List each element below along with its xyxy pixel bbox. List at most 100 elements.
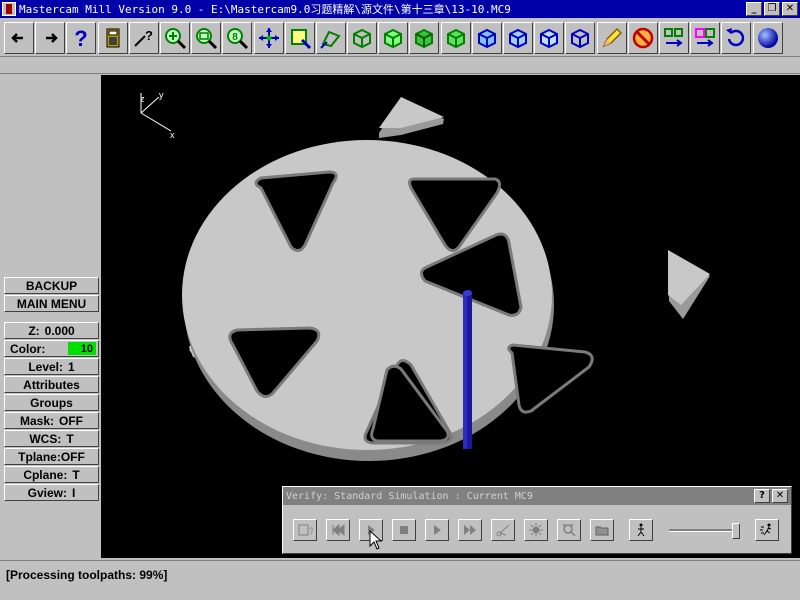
main-menu-label: MAIN MENU <box>16 296 87 311</box>
zoom-out-button[interactable] <box>191 21 222 54</box>
color-button[interactable] <box>690 21 721 54</box>
level-button[interactable]: Level: 1 <box>4 358 99 375</box>
fast-forward-icon <box>464 525 476 535</box>
mask-button[interactable]: Mask: OFF <box>4 412 99 429</box>
fast-mode-button[interactable] <box>755 519 779 541</box>
tool-figure-button[interactable] <box>629 519 653 541</box>
verify-options-button[interactable]: ? <box>293 519 317 541</box>
pan-button[interactable] <box>253 21 284 54</box>
green-cube-icon <box>446 28 465 48</box>
shade-button[interactable] <box>596 21 627 54</box>
close-button[interactable]: ✕ <box>782 2 798 16</box>
view-iso-button[interactable] <box>440 21 471 54</box>
select-chain-icon <box>290 28 311 49</box>
main-menu-button[interactable]: MAIN MENU <box>4 295 99 312</box>
no-shade-icon <box>632 27 653 48</box>
y-axis-label: y <box>159 90 164 100</box>
svg-text:?: ? <box>75 26 88 50</box>
cplane-label: Cplane: <box>23 467 68 482</box>
sphere-button[interactable] <box>752 21 783 54</box>
view-front-button[interactable] <box>378 21 409 54</box>
speed-slider[interactable] <box>669 523 741 539</box>
level-value: 1 <box>68 359 75 374</box>
runner-icon <box>760 523 772 536</box>
tool-display-button[interactable] <box>524 519 548 541</box>
select-chain-button[interactable] <box>284 21 315 54</box>
attributes-button[interactable]: Attributes <box>4 376 99 393</box>
undo-button[interactable] <box>721 21 752 54</box>
question-mark-icon: ? <box>75 26 88 50</box>
blue-cube-icon <box>540 28 559 48</box>
view-cube-4-button[interactable] <box>565 21 596 54</box>
save-stl-button[interactable] <box>590 519 614 541</box>
clamp-right <box>668 250 710 319</box>
stop-button[interactable] <box>392 519 416 541</box>
no-shade-button[interactable] <box>627 21 658 54</box>
analyze-button[interactable] <box>315 21 346 54</box>
gview-label: Gview: <box>27 485 67 500</box>
svg-text:?: ? <box>309 526 313 536</box>
verify-help-button[interactable]: ? <box>754 489 770 503</box>
verify-close-button[interactable]: ✕ <box>772 489 788 503</box>
z-axis-label: z <box>140 94 145 104</box>
zoom-fit-button[interactable]: 8 <box>222 21 253 54</box>
cut-button[interactable] <box>491 519 515 541</box>
tplane-label: Tplane:OFF <box>18 449 85 464</box>
whats-this-button[interactable]: ? <box>128 21 159 54</box>
help-button[interactable]: ? <box>66 21 97 54</box>
wcs-button[interactable]: WCS: T <box>4 430 99 447</box>
back-arrow-icon <box>11 32 23 43</box>
backup-label: BACKUP <box>25 278 78 293</box>
rewind-button[interactable] <box>326 519 350 541</box>
view-cube-3-button[interactable] <box>534 21 565 54</box>
speed-slider-track[interactable] <box>669 529 739 532</box>
zoom-verify-button[interactable] <box>557 519 581 541</box>
calculator-icon <box>106 28 120 47</box>
magnifier-fit-icon: 8 <box>227 27 249 49</box>
stop-icon <box>400 526 408 534</box>
verify-title-bar: Verify: Standard Simulation : Current MC… <box>283 487 791 505</box>
sphere-icon <box>757 27 778 48</box>
restore-button[interactable]: ❐ <box>764 2 780 16</box>
speed-slider-thumb[interactable] <box>732 523 740 539</box>
gview-button[interactable]: Gview: I <box>4 484 99 501</box>
blue-cube-icon <box>509 28 527 48</box>
person-icon <box>637 523 645 537</box>
z-depth-button[interactable]: Z: 0.000 <box>4 322 99 339</box>
transform-button[interactable] <box>658 21 689 54</box>
view-cube-2-button[interactable] <box>503 21 533 54</box>
cplane-button[interactable]: Cplane: T <box>4 466 99 483</box>
cplane-value: T <box>72 467 80 482</box>
view-side-button[interactable] <box>409 21 440 54</box>
zoom-in-button[interactable] <box>159 21 190 54</box>
groups-button[interactable]: Groups <box>4 394 99 411</box>
fast-forward-button[interactable] <box>458 519 482 541</box>
color-menu-button[interactable]: Color: 10 <box>4 340 99 357</box>
magnifier-minus-icon <box>196 27 218 49</box>
attributes-label: Attributes <box>23 377 80 392</box>
status-bar: [Processing toolpaths: 99%] <box>0 560 800 600</box>
pan-arrows-icon <box>258 27 279 48</box>
verify-dialog: Verify: Standard Simulation : Current MC… <box>282 486 792 554</box>
status-text: [Processing toolpaths: 99%] <box>6 568 168 582</box>
verify-title: Verify: Standard Simulation : Current MC… <box>286 490 533 502</box>
tool-burst-icon <box>529 523 543 537</box>
back-arrow-button[interactable] <box>4 21 34 54</box>
magnifier-icon <box>562 523 576 537</box>
view-top-button[interactable] <box>347 21 378 54</box>
forward-arrow-button[interactable] <box>35 21 66 54</box>
app-icon[interactable] <box>2 2 16 16</box>
minimize-button[interactable]: _ <box>746 2 762 16</box>
z-label: Z: <box>28 323 40 338</box>
color-value: 10 <box>68 342 96 355</box>
svg-text:?: ? <box>145 28 153 43</box>
blue-cube-icon <box>571 28 590 48</box>
calculator-button[interactable] <box>97 21 128 54</box>
tplane-button[interactable]: Tplane:OFF <box>4 448 99 465</box>
options-icon: ? <box>298 524 313 536</box>
backup-button[interactable]: BACKUP <box>4 277 99 294</box>
title-bar: Mastercam Mill Version 9.0 - E:\Masterca… <box>0 0 800 18</box>
view-cube-1-button[interactable] <box>471 21 502 54</box>
blue-cube-icon <box>477 28 496 48</box>
step-forward-button[interactable] <box>425 519 449 541</box>
